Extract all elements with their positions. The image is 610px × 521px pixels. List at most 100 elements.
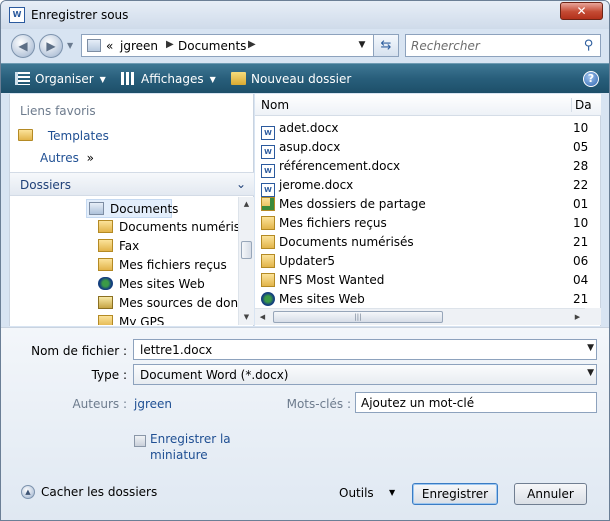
search-input[interactable]: [406, 35, 576, 56]
close-button[interactable]: ✕: [560, 2, 603, 20]
file-row[interactable]: Mes sites Web 21: [261, 290, 591, 309]
breadcrumb-jgreen[interactable]: jgreen: [120, 39, 158, 53]
file-row[interactable]: Mes dossiers de partage 01: [261, 195, 591, 214]
refresh-button[interactable]: ⇆: [373, 34, 399, 57]
keywords-input[interactable]: Ajoutez un mot-clé: [361, 396, 474, 410]
save-thumbnail-label-line2[interactable]: miniature: [150, 448, 208, 462]
new-folder-button[interactable]: Nouveau dossier: [231, 70, 351, 88]
folder-icon: [98, 315, 113, 325]
views-button[interactable]: Affichages ▼: [121, 70, 216, 88]
file-row[interactable]: Wréférencement.docx 28: [261, 157, 591, 178]
search-icon[interactable]: ⚲: [581, 38, 596, 53]
tree-item-label: Mes sources de données: [119, 296, 238, 310]
file-date: 10: [573, 121, 589, 135]
file-name: Documents numérisés: [279, 235, 414, 249]
tree-item-mes-fichiers-recus[interactable]: Mes fichiers reçus: [98, 256, 227, 275]
address-dropdown-icon[interactable]: ▼: [354, 37, 370, 54]
file-row[interactable]: NFS Most Wanted 04: [261, 271, 591, 290]
file-list-header: Nom Da: [255, 94, 601, 116]
favorite-more[interactable]: Autres »: [40, 151, 94, 165]
column-date-header[interactable]: Da: [571, 98, 592, 112]
scrollbar-thumb[interactable]: [241, 241, 252, 259]
file-date: 04: [573, 273, 589, 287]
cancel-button[interactable]: Annuler: [514, 483, 587, 505]
tree-item-label: Documents: [110, 202, 179, 216]
scroll-left-icon[interactable]: ◀: [255, 309, 270, 325]
tree-item-mes-sources-de-donnees[interactable]: Mes sources de données: [98, 294, 238, 313]
file-name: adet.docx: [279, 121, 339, 135]
file-row[interactable]: Wasup.docx 05: [261, 138, 591, 159]
type-value: Document Word (*.docx): [140, 368, 289, 382]
favorite-templates[interactable]: Templates: [18, 129, 109, 143]
save-button[interactable]: Enregistrer: [412, 483, 498, 505]
file-date: 06: [573, 254, 589, 268]
scroll-right-icon[interactable]: ▶: [570, 309, 585, 325]
file-row[interactable]: Wadet.docx 10: [261, 119, 591, 140]
file-date: 21: [573, 235, 589, 249]
chevron-down-icon: ▼: [99, 75, 106, 84]
file-row[interactable]: Updater5 06: [261, 252, 591, 271]
hide-folders-button[interactable]: Cacher les dossiers: [41, 485, 157, 499]
new-folder-icon: [231, 72, 246, 85]
scroll-down-icon[interactable]: ▼: [239, 310, 254, 325]
scroll-up-icon[interactable]: ▲: [239, 197, 254, 212]
address-row: ◀ ▶ ▼ « jgreen ▶ Documents ▶ ▼ ⇆ ⚲: [1, 29, 609, 62]
authors-value[interactable]: jgreen: [134, 397, 172, 411]
tree-item-fax[interactable]: Fax: [98, 237, 139, 256]
help-icon[interactable]: ?: [583, 71, 599, 87]
file-name: asup.docx: [279, 140, 341, 154]
scrollbar-corner: [585, 308, 601, 325]
title-bar: W Enregistrer sous ✕: [1, 1, 609, 29]
command-toolbar: Organiser ▼ Affichages ▼ Nouveau dossier ?: [1, 63, 609, 93]
breadcrumb-documents[interactable]: Documents: [178, 39, 246, 53]
save-thumbnail-label-line1[interactable]: Enregistrer la: [150, 432, 231, 446]
chevron-down-icon[interactable]: ▼: [587, 368, 594, 378]
tree-item-mes-sites-web[interactable]: Mes sites Web: [98, 275, 205, 294]
organize-button[interactable]: Organiser ▼: [15, 70, 106, 88]
address-bar[interactable]: « jgreen ▶ Documents ▶ ▼: [81, 34, 399, 57]
file-list-hscrollbar[interactable]: ◀ ||| ▶: [255, 308, 585, 325]
breadcrumb-separator-icon[interactable]: ▶: [166, 39, 174, 50]
folders-header[interactable]: Dossiers ⌄: [10, 172, 254, 196]
globe-folder-icon: [98, 277, 113, 290]
scrollbar-thumb[interactable]: |||: [273, 311, 443, 323]
file-name: Mes fichiers reçus: [279, 216, 387, 230]
tree-item-my-gps[interactable]: My GPS: [98, 313, 164, 325]
word-app-icon: W: [9, 7, 25, 23]
folders-heading: Dossiers: [20, 178, 71, 192]
file-date: 05: [573, 140, 589, 154]
file-row[interactable]: Wjerome.docx 22: [261, 176, 591, 197]
folder-icon: [261, 254, 275, 268]
file-list-pane: Nom Da Wadet.docx 10 Wasup.docx 05 Wréfé…: [255, 94, 601, 326]
tools-button[interactable]: Outils: [339, 486, 374, 500]
documents-folder-icon: [87, 39, 101, 52]
collapse-chevron-icon[interactable]: ⌄: [236, 177, 246, 191]
tree-item-documents[interactable]: Documents: [86, 199, 178, 218]
folder-tree: Documents Documents numérisés Fax Mes fi…: [10, 197, 238, 325]
file-row[interactable]: Mes fichiers reçus 10: [261, 214, 591, 233]
file-row[interactable]: Documents numérisés 21: [261, 233, 591, 252]
chevron-down-icon[interactable]: ▼: [389, 488, 395, 497]
views-label: Affichages: [141, 72, 204, 86]
folder-icon: [98, 258, 113, 271]
chevron-down-icon[interactable]: ▼: [587, 343, 594, 353]
search-box[interactable]: ⚲: [405, 34, 601, 57]
column-name-header[interactable]: Nom: [261, 98, 289, 112]
type-select[interactable]: Document Word (*.docx) ▼: [133, 364, 597, 385]
collapse-folders-icon[interactable]: ▲: [21, 485, 35, 499]
folder-tree-scrollbar[interactable]: ▲ ▼: [238, 197, 254, 325]
filename-input[interactable]: lettre1.docx: [140, 343, 212, 357]
navigation-pane: Liens favoris Templates Autres » Dossier…: [9, 94, 254, 326]
breadcrumb-overflow[interactable]: «: [106, 39, 113, 53]
save-thumbnail-checkbox[interactable]: [134, 435, 146, 447]
forward-button[interactable]: ▶: [39, 34, 63, 58]
file-name: NFS Most Wanted: [279, 273, 385, 287]
file-name: référencement.docx: [279, 159, 401, 173]
tree-item-documents-numerises[interactable]: Documents numérisés: [98, 218, 238, 237]
back-button[interactable]: ◀: [11, 34, 35, 58]
file-name: Updater5: [279, 254, 336, 268]
breadcrumb-separator-icon[interactable]: ▶: [248, 39, 256, 50]
keywords-field[interactable]: Ajoutez un mot-clé: [355, 392, 597, 413]
filename-field[interactable]: lettre1.docx ▼: [133, 339, 597, 360]
history-dropdown-icon[interactable]: ▼: [67, 41, 73, 50]
